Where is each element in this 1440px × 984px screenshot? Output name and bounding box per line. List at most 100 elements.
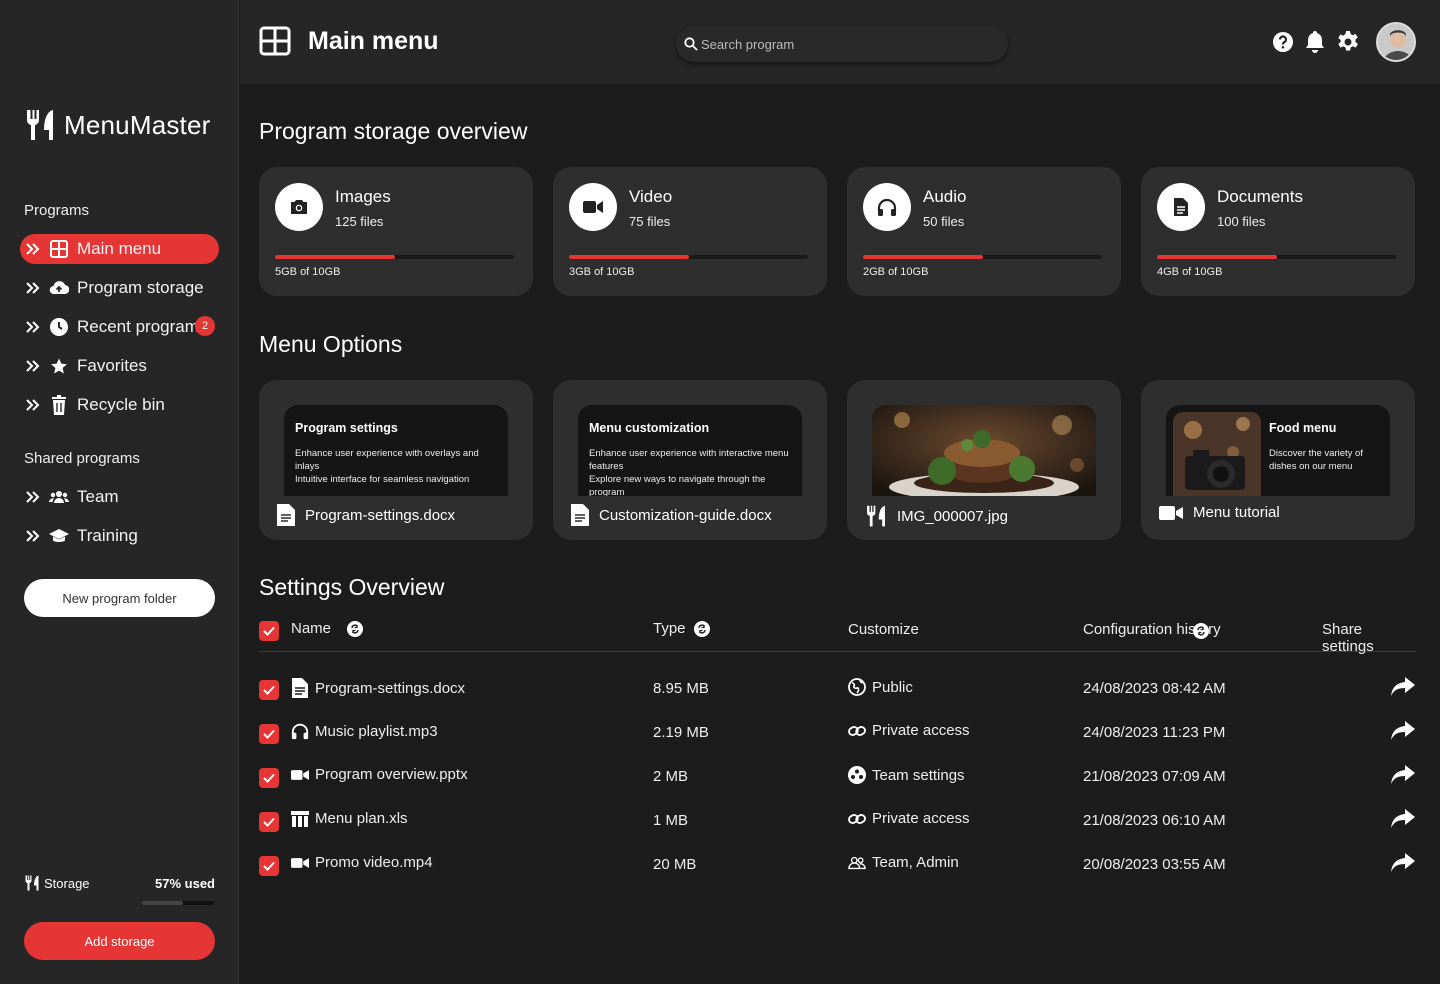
storage-label: Storage xyxy=(44,875,90,891)
customize-cell[interactable]: Team settings xyxy=(848,766,965,784)
row-checkbox[interactable] xyxy=(259,680,279,700)
column-header-label: Type xyxy=(653,620,686,637)
chevron-double-right-icon xyxy=(25,359,41,373)
customize-cell[interactable]: Private access xyxy=(848,722,970,739)
search-bar[interactable] xyxy=(676,26,1008,62)
file-name-cell[interactable]: Promo video.mp4 xyxy=(291,854,433,871)
bell-icon[interactable] xyxy=(1304,30,1326,54)
chevron-double-right-icon xyxy=(25,320,41,334)
sidebar-item-recycle-bin[interactable]: Recycle bin xyxy=(20,390,219,420)
storage-card-progress-fill xyxy=(1157,255,1277,259)
storage-card-name: Audio xyxy=(923,187,967,206)
customize-cell[interactable]: Private access xyxy=(848,810,970,827)
row-checkbox[interactable] xyxy=(259,812,279,832)
preview-title: Food menu xyxy=(1269,421,1337,435)
storage-progress-bar xyxy=(142,901,214,905)
help-icon[interactable] xyxy=(1272,31,1294,53)
utensils-icon xyxy=(24,874,40,892)
page-title: Main menu xyxy=(308,26,439,55)
storage-card-documents[interactable]: Documents 100 files 4GB of 10GB xyxy=(1141,167,1415,296)
column-header-customize[interactable]: Customize xyxy=(848,621,919,638)
customize-value: Team, Admin xyxy=(872,854,959,871)
sidebar-item-label: Training xyxy=(77,526,138,545)
table-row[interactable]: Program-settings.docx 8.95 MB Public 24/08/… xyxy=(259,668,1416,712)
row-checkbox[interactable] xyxy=(259,768,279,788)
share-icon[interactable] xyxy=(1390,808,1416,830)
table-row[interactable]: Music playlist.mp3 2.19 MB Private access 2… xyxy=(259,712,1416,756)
column-header-type[interactable]: Type xyxy=(653,620,710,637)
menu-option-file-name: Menu tutorial xyxy=(1193,504,1280,521)
gear-icon[interactable] xyxy=(1336,30,1360,54)
menu-option-file-name: Customization-guide.docx xyxy=(599,506,772,524)
sort-icon[interactable] xyxy=(1193,623,1209,639)
sidebar-item-recent-programs[interactable]: Recent programs 2 xyxy=(20,312,219,342)
share-icon[interactable] xyxy=(1390,852,1416,874)
file-name: Promo video.mp4 xyxy=(315,854,433,871)
customize-value: Private access xyxy=(872,722,970,739)
user-avatar[interactable] xyxy=(1376,22,1416,62)
customize-value: Public xyxy=(872,678,913,696)
sidebar-item-training[interactable]: Training xyxy=(20,521,219,551)
trash-icon xyxy=(49,395,69,415)
video-icon xyxy=(569,183,617,231)
file-name: Music playlist.mp3 xyxy=(315,722,438,740)
share-icon[interactable] xyxy=(1390,720,1416,742)
file-name-cell[interactable]: Menu plan.xls xyxy=(291,810,408,827)
document-preview: Program settings Enhance user experience… xyxy=(284,405,508,496)
menu-option-card-menu-tutorial[interactable]: Food menu Discover the variety of dishes… xyxy=(1141,380,1415,540)
sidebar-item-main-menu[interactable]: Main menu xyxy=(20,234,219,264)
storage-card-video[interactable]: Video 75 files 3GB of 10GB xyxy=(553,167,827,296)
storage-card-used: 5GB of 10GB xyxy=(275,266,341,278)
preview-description: Enhance user experience with interactive… xyxy=(589,448,789,496)
document-icon xyxy=(1157,183,1205,231)
sidebar-item-team[interactable]: Team xyxy=(20,482,219,512)
document-icon xyxy=(291,678,309,698)
table-row[interactable]: Promo video.mp4 20 MB Team, Admin 20/08/202… xyxy=(259,844,1416,888)
file-name-cell[interactable]: Music playlist.mp3 xyxy=(291,722,438,740)
select-all-checkbox[interactable] xyxy=(259,621,279,641)
search-icon xyxy=(684,37,698,51)
storage-progress-fill xyxy=(142,901,184,905)
file-name: Program overview.pptx xyxy=(315,766,468,783)
file-name-cell[interactable]: Program overview.pptx xyxy=(291,766,468,783)
sidebar-item-favorites[interactable]: Favorites xyxy=(20,351,219,381)
share-icon[interactable] xyxy=(1390,764,1416,786)
sidebar-item-label: Main menu xyxy=(77,239,162,258)
sort-icon[interactable] xyxy=(693,620,710,637)
menu-option-file-name: Program-settings.docx xyxy=(305,506,456,524)
brand[interactable]: MenuMaster xyxy=(24,108,211,142)
sidebar-item-program-storage[interactable]: Program storage xyxy=(20,273,219,303)
search-input[interactable] xyxy=(701,36,981,52)
new-program-folder-button[interactable]: New program folder xyxy=(24,579,215,617)
video-icon xyxy=(291,768,309,782)
video-icon xyxy=(1159,505,1183,521)
storage-card-progress xyxy=(1157,255,1396,259)
menu-option-card-image[interactable]: IMG_000007.jpg xyxy=(847,380,1121,540)
sort-icon[interactable] xyxy=(347,620,364,637)
headphones-icon xyxy=(863,183,911,231)
column-header-name[interactable]: Name xyxy=(291,620,364,637)
clock-icon xyxy=(49,318,69,336)
chevron-double-right-icon xyxy=(25,490,41,504)
table-row[interactable]: Menu plan.xls 1 MB Private access 21/08/202… xyxy=(259,800,1416,844)
file-name: Menu plan.xls xyxy=(315,810,408,827)
menu-option-card-program-settings[interactable]: Program settings Enhance user experience… xyxy=(259,380,533,540)
file-size: 8.95 MB xyxy=(653,680,709,697)
storage-card-audio[interactable]: Audio 50 files 2GB of 10GB xyxy=(847,167,1121,296)
file-name-cell[interactable]: Program-settings.docx xyxy=(291,678,465,698)
food-photo xyxy=(872,405,1096,496)
configuration-date: 21/08/2023 07:09 AM xyxy=(1083,768,1226,785)
row-checkbox[interactable] xyxy=(259,856,279,876)
storage-card-images[interactable]: Images 125 files 5GB of 10GB xyxy=(259,167,533,296)
menu-option-card-customization[interactable]: Menu customization Enhance user experien… xyxy=(553,380,827,540)
customize-cell[interactable]: Team, Admin xyxy=(848,854,959,871)
column-header-share[interactable]: Share settings xyxy=(1322,621,1416,655)
add-storage-button[interactable]: Add storage xyxy=(24,922,215,960)
row-checkbox[interactable] xyxy=(259,724,279,744)
globe-icon xyxy=(848,678,866,696)
customize-cell[interactable]: Public xyxy=(848,678,913,696)
storage-summary: Storage 57% used xyxy=(24,874,215,892)
headphones-icon xyxy=(291,722,309,740)
table-row[interactable]: Program overview.pptx 2 MB Team settings 21… xyxy=(259,756,1416,800)
share-icon[interactable] xyxy=(1390,676,1416,698)
